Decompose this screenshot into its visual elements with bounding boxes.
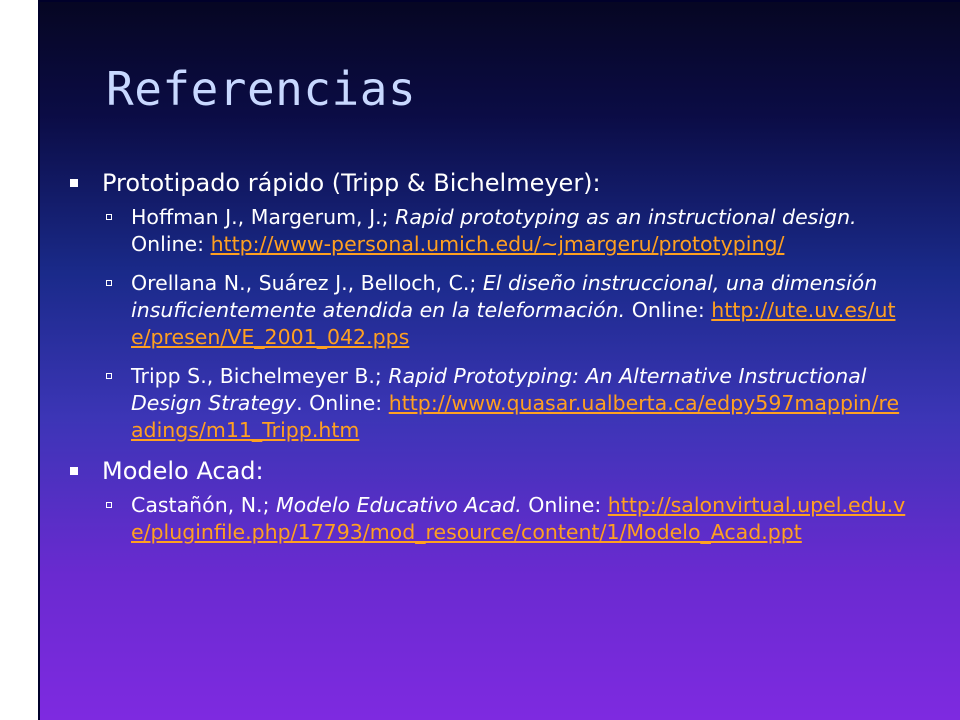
reference-online-label: Online:: [625, 298, 712, 322]
reference-online-label: . Online:: [296, 391, 389, 415]
square-bullet-icon: [70, 179, 78, 187]
reference-item: Hoffman J., Margerum, J.; Rapid prototyp…: [102, 204, 906, 258]
hollow-square-bullet-icon: [106, 502, 112, 508]
reference-link[interactable]: http://www-personal.umich.edu/~jmargeru/…: [211, 232, 785, 256]
reference-work-title: Modelo Educativo Acad.: [276, 493, 522, 517]
section-heading: Modelo Acad:: [66, 456, 906, 486]
reference-work-title: Rapid prototyping as an instructional de…: [395, 205, 857, 229]
reference-item: Tripp S., Bichelmeyer B.; Rapid Prototyp…: [102, 363, 906, 444]
reference-online-label: Online:: [521, 493, 608, 517]
hollow-square-bullet-icon: [106, 280, 112, 286]
reference-list: Hoffman J., Margerum, J.; Rapid prototyp…: [102, 204, 906, 444]
section-heading: Prototipado rápido (Tripp & Bichelmeyer)…: [66, 168, 906, 198]
reference-authors: Tripp S., Bichelmeyer B.;: [131, 364, 389, 388]
reference-authors: Orellana N., Suárez J., Belloch, C.;: [131, 271, 483, 295]
reference-item: Orellana N., Suárez J., Belloch, C.; El …: [102, 270, 906, 351]
slide-title: Referencias: [106, 62, 417, 116]
reference-authors: Hoffman J., Margerum, J.;: [131, 205, 396, 229]
deco-bar-top: [38, 0, 960, 2]
reference-list: Castañón, N.; Modelo Educativo Acad. Onl…: [102, 492, 906, 546]
deco-bar-left: [38, 0, 40, 720]
hollow-square-bullet-icon: [106, 214, 112, 220]
hollow-square-bullet-icon: [106, 373, 112, 379]
square-bullet-icon: [70, 467, 78, 475]
reference-authors: Castañón, N.;: [131, 493, 276, 517]
reference-online-label: Online:: [131, 232, 211, 256]
slide-content: Prototipado rápido (Tripp & Bichelmeyer)…: [66, 168, 906, 558]
reference-item: Castañón, N.; Modelo Educativo Acad. Onl…: [102, 492, 906, 546]
left-accent-bar: [0, 0, 38, 720]
